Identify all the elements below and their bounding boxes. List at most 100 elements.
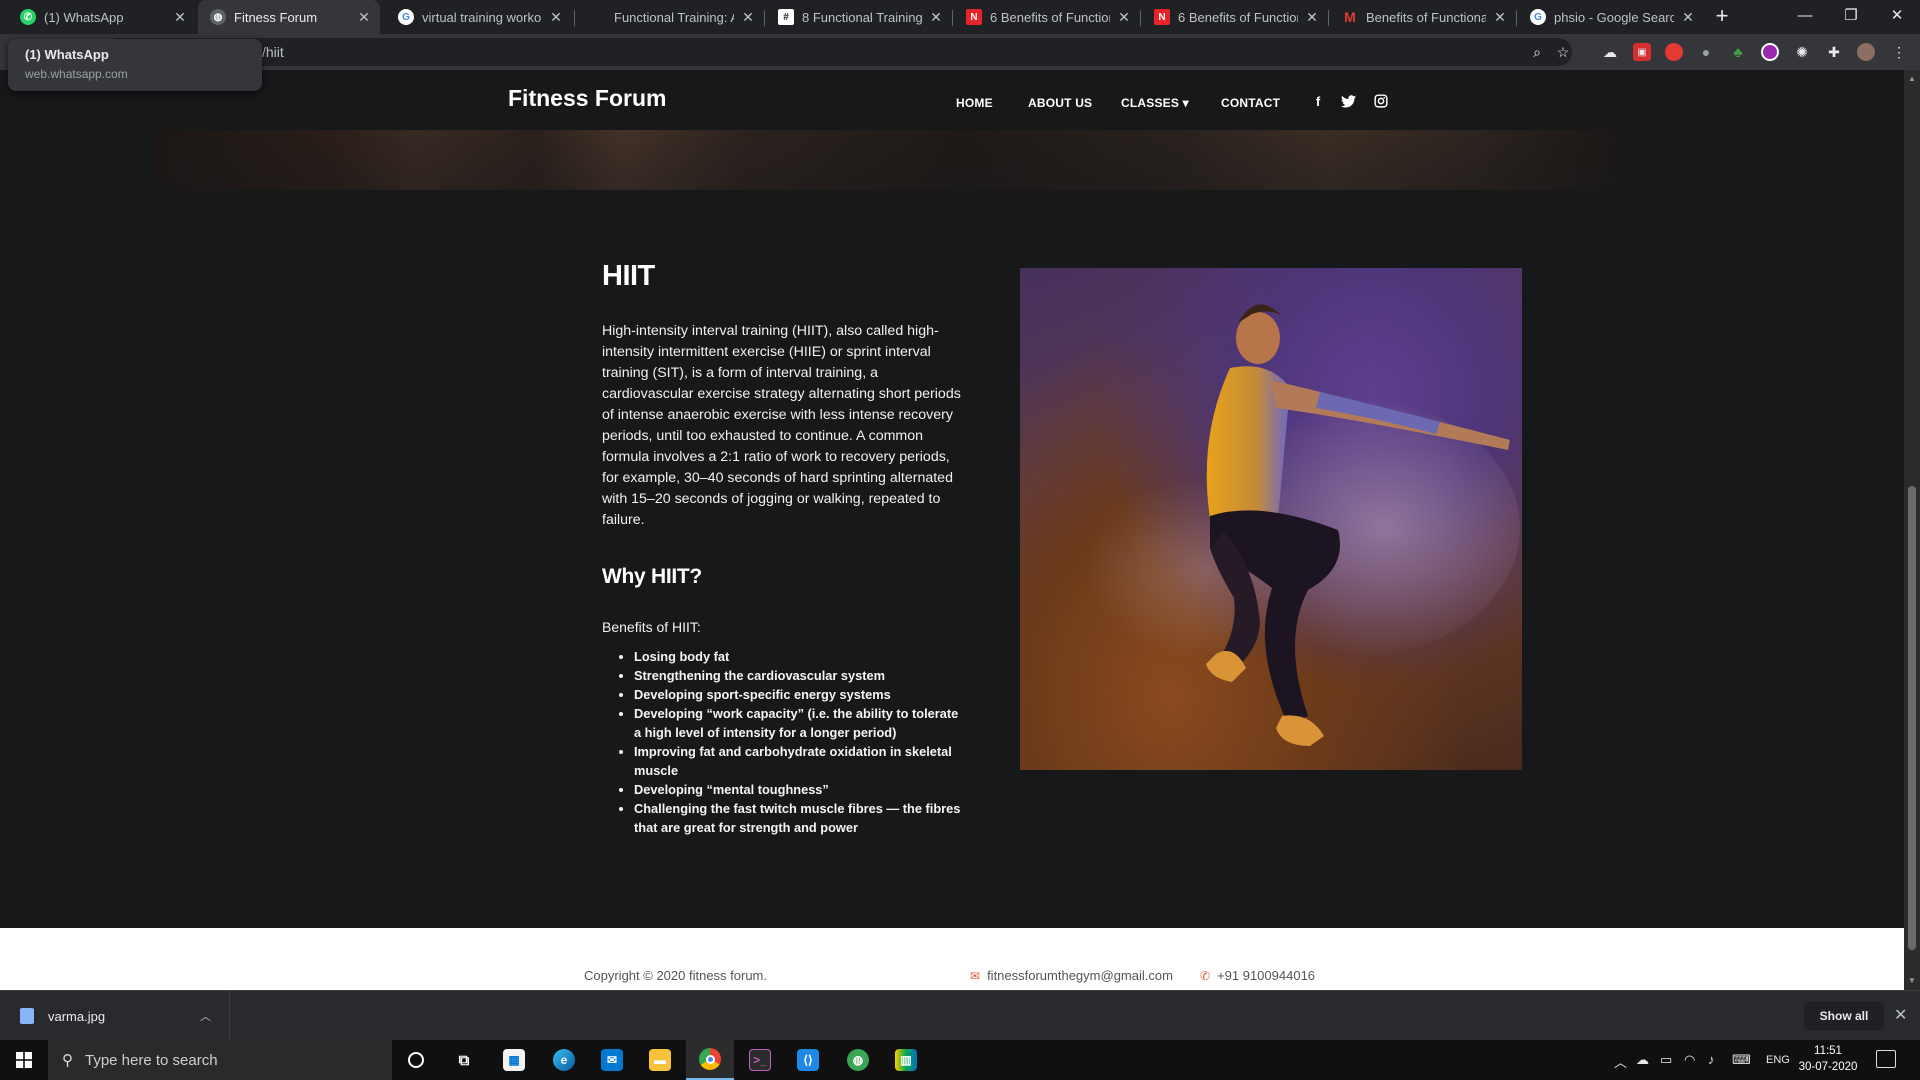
volume-icon[interactable]: ♪ bbox=[1708, 1052, 1715, 1067]
tree-extension-icon[interactable]: ♣ bbox=[1729, 43, 1747, 61]
globe-app-icon[interactable]: ◍ bbox=[834, 1040, 882, 1080]
chrome-icon[interactable] bbox=[686, 1040, 734, 1080]
vscode-icon[interactable]: ⟨⟩ bbox=[784, 1040, 832, 1080]
athlete-illustration bbox=[1060, 304, 1520, 746]
tab-virtual-training[interactable]: G virtual training workout ✕ bbox=[386, 0, 572, 34]
tab-6-benefits-1[interactable]: N 6 Benefits of Functiona ✕ bbox=[954, 0, 1140, 34]
keyboard-icon[interactable]: ⌨ bbox=[1732, 1052, 1751, 1068]
download-filename: varma.jpg bbox=[48, 1008, 106, 1024]
cortana-icon[interactable] bbox=[392, 1040, 440, 1080]
blank-icon bbox=[590, 9, 606, 25]
window-close-icon[interactable]: ✕ bbox=[1874, 0, 1920, 30]
site-brand[interactable]: Fitness Forum bbox=[508, 85, 666, 112]
nav-classes[interactable]: CLASSES ▾ bbox=[1121, 96, 1189, 110]
windows-start-icon[interactable] bbox=[0, 1040, 48, 1080]
tab-title: 6 Benefits of Functiona bbox=[1178, 9, 1298, 25]
language-indicator[interactable]: ENG bbox=[1766, 1054, 1790, 1066]
tab-separator bbox=[574, 10, 575, 26]
scrollbar-thumb[interactable] bbox=[1908, 486, 1916, 950]
chevron-up-icon[interactable]: ︿ bbox=[1614, 1052, 1627, 1071]
tab-title: 6 Benefits of Functiona bbox=[990, 9, 1110, 25]
extensions-puzzle-icon[interactable]: ✚ bbox=[1825, 43, 1843, 61]
tab-8-functional-training[interactable]: # 8 Functional Training Be ✕ bbox=[766, 0, 952, 34]
notification-center-icon[interactable] bbox=[1876, 1050, 1896, 1068]
footer-phone[interactable]: ✆ +91 9100944016 bbox=[1200, 968, 1315, 983]
mail-app-icon[interactable]: ✉ bbox=[588, 1040, 636, 1080]
taskbar-search[interactable]: ⚲ Type here to search bbox=[48, 1040, 392, 1080]
close-icon[interactable]: ✕ bbox=[1680, 9, 1696, 26]
close-icon[interactable]: ✕ bbox=[740, 9, 756, 26]
menu-kebab-icon[interactable]: ⋮ bbox=[1890, 43, 1908, 61]
page-title: HIIT bbox=[602, 260, 655, 292]
hashtag-icon: # bbox=[778, 9, 794, 25]
onedrive-icon[interactable]: ☁ bbox=[1636, 1052, 1649, 1068]
tab-benefits-functional[interactable]: M Benefits of Functional T ✕ bbox=[1330, 0, 1516, 34]
terminal-icon[interactable]: >_ bbox=[736, 1040, 784, 1080]
cloud-extension-icon[interactable]: ☁ bbox=[1601, 43, 1619, 61]
close-icon[interactable]: ✕ bbox=[356, 9, 372, 26]
red-extension-icon[interactable] bbox=[1665, 43, 1683, 61]
close-icon[interactable]: ✕ bbox=[928, 9, 944, 26]
nav-about-us[interactable]: ABOUT US bbox=[1028, 96, 1092, 110]
download-item[interactable]: varma.jpg ︿ bbox=[0, 991, 230, 1041]
close-icon[interactable]: ✕ bbox=[1304, 9, 1320, 26]
twitter-icon[interactable] bbox=[1340, 93, 1356, 109]
store-icon[interactable]: ▦ bbox=[490, 1040, 538, 1080]
tab-separator bbox=[1328, 10, 1329, 26]
tab-phsio-search[interactable]: G phsio - Google Search ✕ bbox=[1518, 0, 1704, 34]
address-bar[interactable]: /hiit ⌕ ☆ bbox=[104, 38, 1572, 66]
zoom-icon[interactable]: ⌕ bbox=[1528, 43, 1546, 61]
article-content: HIIT High-intensity interval training (H… bbox=[602, 260, 962, 837]
n-icon: N bbox=[1154, 9, 1170, 25]
tab-hover-tooltip: (1) WhatsApp web.whatsapp.com bbox=[8, 39, 262, 91]
instagram-icon[interactable] bbox=[1373, 93, 1389, 109]
page-scrollbar[interactable]: ▲ ▼ bbox=[1904, 70, 1920, 990]
nav-home[interactable]: HOME bbox=[956, 96, 993, 110]
nav-contact[interactable]: CONTACT bbox=[1221, 96, 1280, 110]
facebook-icon[interactable]: f bbox=[1310, 93, 1326, 109]
new-tab-button[interactable]: + bbox=[1710, 5, 1734, 29]
tooltip-title: (1) WhatsApp bbox=[25, 47, 109, 62]
tab-fitness-forum[interactable]: ◍ Fitness Forum ✕ bbox=[198, 0, 380, 34]
page-viewport: Fitness Forum HOME ABOUT US CLASSES ▾ CO… bbox=[0, 70, 1904, 990]
globe-icon: ◍ bbox=[210, 9, 226, 25]
task-view-icon[interactable]: ⧉ bbox=[440, 1040, 488, 1080]
scroll-up-icon[interactable]: ▲ bbox=[1908, 74, 1916, 83]
close-icon[interactable]: ✕ bbox=[548, 9, 564, 26]
purple-extension-icon[interactable] bbox=[1761, 43, 1779, 61]
wifi-icon[interactable]: ◠ bbox=[1684, 1052, 1695, 1068]
taskbar-clock[interactable]: 11:51 30-07-2020 bbox=[1796, 1043, 1860, 1075]
footer-email[interactable]: ✉ fitnessforumthegym@gmail.com bbox=[970, 968, 1173, 983]
tab-6-benefits-2[interactable]: N 6 Benefits of Functiona ✕ bbox=[1142, 0, 1328, 34]
minimize-icon[interactable]: — bbox=[1782, 0, 1828, 30]
gray-extension-icon[interactable]: ● bbox=[1697, 43, 1715, 61]
show-all-button[interactable]: Show all bbox=[1804, 1002, 1884, 1030]
tab-title: virtual training workout bbox=[422, 9, 542, 25]
hiit-athlete-photo bbox=[1020, 268, 1522, 770]
list-item: Developing “work capacity” (i.e. the abi… bbox=[634, 704, 962, 742]
scroll-down-icon[interactable]: ▼ bbox=[1908, 976, 1916, 985]
pocket-extension-icon[interactable]: ▣ bbox=[1633, 43, 1651, 61]
clock-date: 30-07-2020 bbox=[1798, 1061, 1858, 1073]
battery-icon[interactable]: ▭ bbox=[1660, 1052, 1672, 1068]
chevron-up-icon[interactable]: ︿ bbox=[200, 1008, 211, 1024]
restore-icon[interactable]: ❐ bbox=[1828, 0, 1874, 30]
close-icon[interactable]: ✕ bbox=[1116, 9, 1132, 26]
url-text: /hiit bbox=[262, 44, 284, 60]
bookmark-star-icon[interactable]: ☆ bbox=[1554, 43, 1572, 61]
close-icon[interactable]: ✕ bbox=[172, 9, 188, 26]
tab-title: Benefits of Functional T bbox=[1366, 9, 1486, 25]
tab-whatsapp[interactable]: ✆ (1) WhatsApp ✕ bbox=[8, 0, 196, 34]
react-extension-icon[interactable]: ✺ bbox=[1793, 43, 1811, 61]
phone-icon: ✆ bbox=[1200, 968, 1211, 983]
edge-icon[interactable]: e bbox=[540, 1040, 588, 1080]
file-explorer-icon[interactable]: ▬ bbox=[636, 1040, 684, 1080]
tab-title: 8 Functional Training Be bbox=[802, 9, 922, 25]
intro-paragraph: High-intensity interval training (HIIT),… bbox=[602, 323, 961, 528]
n-icon: N bbox=[966, 9, 982, 25]
colorful-app-icon[interactable]: ▥ bbox=[882, 1040, 930, 1080]
close-icon[interactable]: ✕ bbox=[1894, 1005, 1907, 1025]
tab-functional-training[interactable]: Functional Training: A D ✕ bbox=[578, 0, 764, 34]
profile-avatar-icon[interactable] bbox=[1857, 43, 1875, 61]
close-icon[interactable]: ✕ bbox=[1492, 9, 1508, 26]
